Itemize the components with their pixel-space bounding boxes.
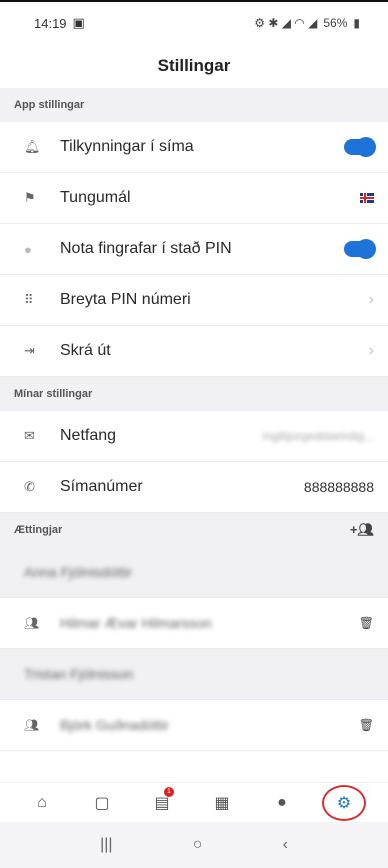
- calendar-icon[interactable]: ▢: [82, 785, 122, 821]
- trash-icon[interactable]: 🗑︎: [359, 718, 374, 732]
- battery-icon: ▮: [353, 16, 360, 30]
- flag-icon: ⚑: [24, 190, 36, 205]
- status-bar: 14:19 ▣ ⚙ ✱ ◢ ◠ ◢ 56% ▮: [0, 0, 388, 44]
- language-row[interactable]: ⚑ Tungumál: [0, 173, 388, 224]
- bell-icon: 🔔︎: [24, 139, 41, 154]
- relative-row[interactable]: 👥︎ Hilmar Ævar Hilmarsson 🗑︎: [0, 598, 388, 649]
- add-relative-icon[interactable]: +👥︎: [350, 522, 374, 538]
- people-icon: 👥︎: [24, 616, 40, 630]
- logout-row[interactable]: ⇥ Skrá út ›: [0, 326, 388, 377]
- relative-name: Tristan Fjölnisson: [24, 666, 134, 682]
- section-app-settings: App stillingar: [0, 88, 388, 122]
- page-title: Stillingar: [157, 56, 231, 75]
- relative-row[interactable]: Anna Fjölnisdóttir: [0, 547, 388, 598]
- home-icon[interactable]: ⌂: [22, 785, 62, 821]
- fingerprint-toggle[interactable]: [344, 239, 376, 259]
- phone-row[interactable]: ✆ Símanúmer 888888888: [0, 462, 388, 513]
- relative-name: Anna Fjölnisdóttir: [24, 564, 133, 580]
- keypad-icon: ⠿: [24, 292, 34, 307]
- back-icon[interactable]: ‹: [283, 836, 288, 854]
- people-icon: 👥︎: [24, 718, 40, 732]
- recent-apps-icon[interactable]: |||: [100, 836, 112, 854]
- notification-badge: 1: [164, 786, 174, 797]
- settings-icon[interactable]: ⚙: [322, 784, 366, 821]
- email-row[interactable]: ✉ Netfang ingibjorgeddaeirdig...: [0, 411, 388, 462]
- gallery-notification-icon: ▣: [72, 15, 85, 30]
- phone-value: 888888888: [303, 479, 374, 495]
- fingerprint-icon: ●: [24, 241, 32, 257]
- change-pin-row[interactable]: ⠿ Breyta PIN númeri ›: [0, 275, 388, 326]
- chevron-right-icon: ›: [368, 291, 374, 308]
- news-icon[interactable]: ▤ 1: [142, 785, 182, 821]
- gallery-icon[interactable]: ▦: [202, 785, 242, 821]
- relative-name: Hilmar Ævar Hilmarsson: [60, 615, 212, 631]
- bottom-tab-bar: ⌂ ▢ ▤ 1 ▦ ● ⚙: [0, 782, 388, 822]
- chat-icon[interactable]: ●: [262, 785, 302, 821]
- phone-icon: ✆: [24, 479, 35, 494]
- status-time: 14:19: [34, 15, 67, 31]
- relative-name: Björk Guðnadóttir: [60, 717, 169, 733]
- trash-icon[interactable]: 🗑︎: [359, 616, 374, 630]
- logout-icon: ⇥: [24, 343, 35, 358]
- relative-row[interactable]: 👥︎ Björk Guðnadóttir 🗑︎: [0, 700, 388, 751]
- notifications-toggle[interactable]: [344, 137, 376, 157]
- section-relatives: Ættingjar +👥︎: [0, 513, 388, 547]
- app-bar: Stillingar: [0, 44, 388, 88]
- fingerprint-row[interactable]: ● Nota fingrafar í stað PIN: [0, 224, 388, 275]
- iceland-flag-icon: [360, 193, 374, 203]
- relative-row[interactable]: Tristan Fjölnisson: [0, 649, 388, 700]
- status-icons: ⚙ ✱ ◢ ◠ ◢: [254, 16, 318, 30]
- battery-level: 56%: [323, 16, 348, 30]
- email-value: ingibjorgeddaeirdig...: [262, 429, 374, 443]
- system-nav-bar: ||| ○ ‹: [0, 822, 388, 868]
- mail-icon: ✉: [24, 428, 35, 443]
- section-my-settings: Mínar stillingar: [0, 377, 388, 411]
- notifications-row[interactable]: 🔔︎ Tilkynningar í síma: [0, 122, 388, 173]
- home-button-icon[interactable]: ○: [193, 836, 203, 854]
- chevron-right-icon: ›: [368, 342, 374, 359]
